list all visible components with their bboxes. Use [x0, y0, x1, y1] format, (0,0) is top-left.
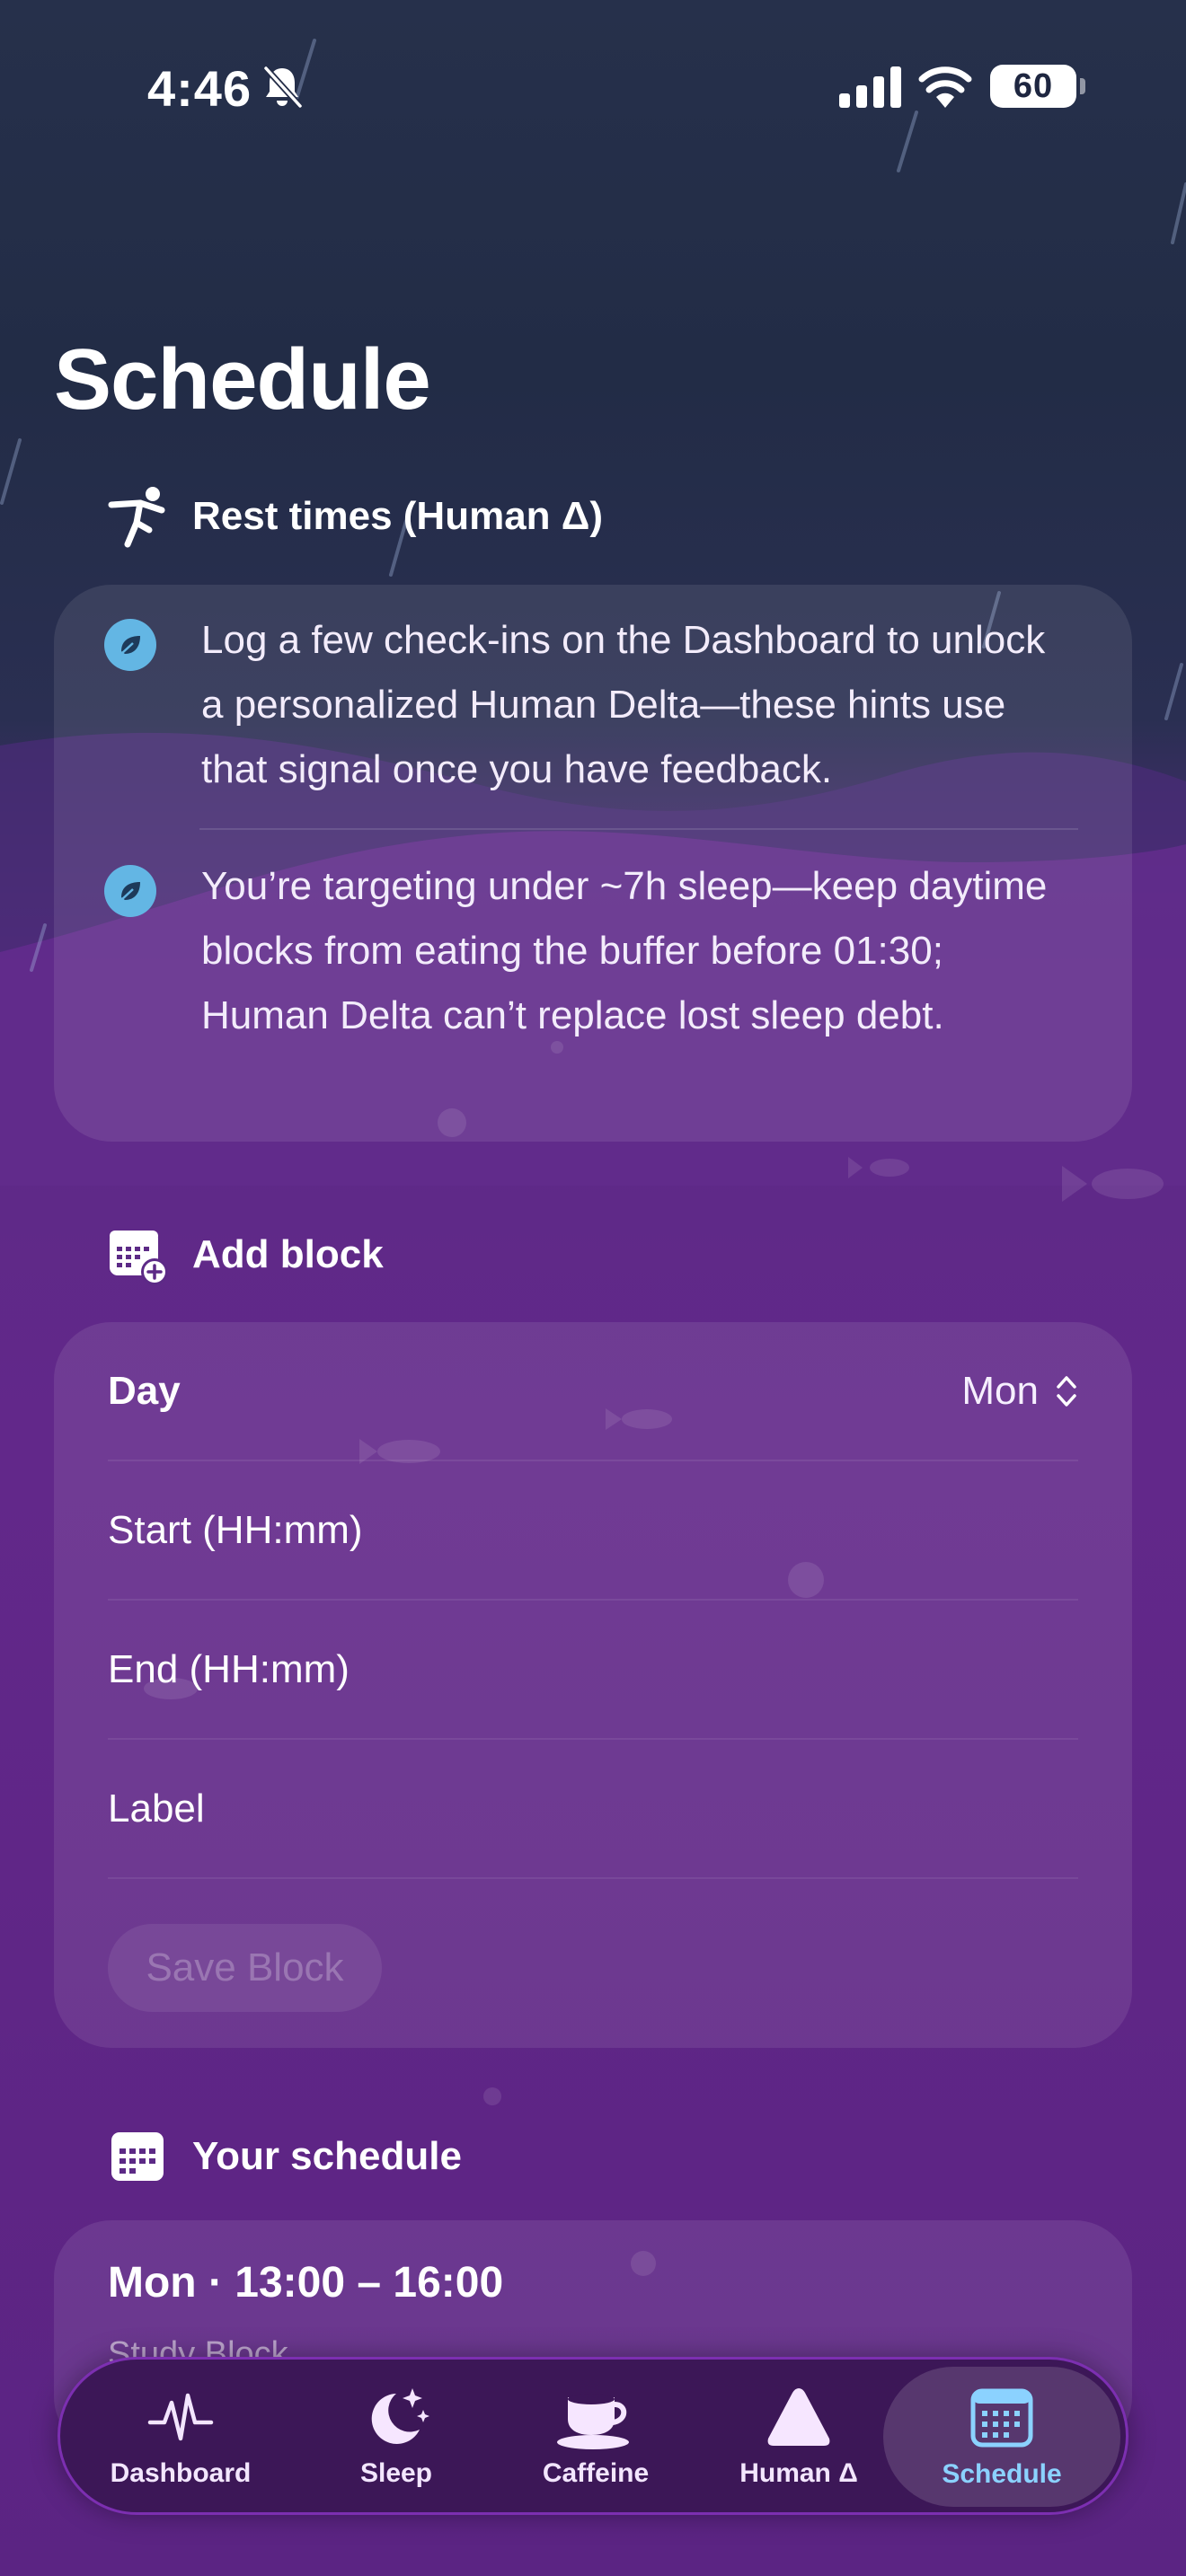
leaf-icon [104, 865, 156, 917]
add-block-title: Add block [192, 1232, 384, 1276]
tab-human-delta[interactable]: Human Δ [725, 2360, 872, 2512]
day-value: Mon [961, 1368, 1039, 1413]
tab-caffeine[interactable]: Caffeine [518, 2360, 673, 2512]
tab-sleep[interactable]: Sleep [333, 2360, 459, 2512]
save-block-button[interactable]: Save Block [108, 1924, 382, 2012]
tab-label: Sleep [359, 2458, 433, 2488]
schedule-item-title: Mon · 13:00 – 16:00 [108, 2259, 504, 2307]
figure-kick-icon [108, 487, 165, 548]
calendar-add-icon [110, 1231, 168, 1285]
tab-label: Human Δ [739, 2458, 858, 2488]
coffee-cup-icon [557, 2394, 629, 2449]
day-label: Day [108, 1368, 181, 1413]
tab-label: Caffeine [542, 2458, 650, 2488]
bell-muted-icon [263, 66, 303, 109]
end-time-field[interactable]: End (HH:mm) [108, 1601, 1078, 1740]
your-schedule-title: Your schedule [192, 2134, 462, 2178]
leaf-icon [104, 619, 156, 671]
calendar-icon [111, 2132, 164, 2181]
hint-item: You’re targeting under ~7h sleep—keep da… [104, 854, 1069, 1048]
tab-label: Schedule [942, 2459, 1062, 2489]
day-picker[interactable]: Mon [961, 1369, 1078, 1414]
triangle-icon [767, 2388, 830, 2446]
page-title: Schedule [54, 331, 431, 428]
tab-schedule[interactable]: Schedule [883, 2367, 1120, 2507]
hint-text: You’re targeting under ~7h sleep—keep da… [201, 864, 1048, 1037]
day-picker-row[interactable]: Day Mon [108, 1322, 1078, 1461]
calendar-icon [970, 2388, 1033, 2448]
status-bar: 4:46 60 [0, 0, 1186, 171]
pulse-icon [147, 2393, 214, 2441]
label-placeholder: Label [108, 1786, 205, 1831]
rest-times-card: Log a few check-ins on the Dashboard to … [54, 585, 1132, 1142]
end-time-placeholder: End (HH:mm) [108, 1646, 350, 1691]
chevron-up-down-icon [1057, 1375, 1076, 1407]
cellular-signal-icon [839, 66, 901, 108]
tab-label: Dashboard [110, 2458, 252, 2488]
tab-dashboard[interactable]: Dashboard [94, 2360, 267, 2512]
rest-times-title: Rest times (Human Δ) [192, 494, 604, 538]
hint-text: Log a few check-ins on the Dashboard to … [201, 618, 1046, 791]
moon-stars-icon [371, 2388, 429, 2444]
add-block-card: Day Mon Start (HH:mm) End (HH:mm) Label … [54, 1322, 1132, 2048]
your-schedule-header: Your schedule [106, 2125, 462, 2188]
battery-indicator: 60 [990, 65, 1085, 108]
hint-item: Log a few check-ins on the Dashboard to … [104, 608, 1069, 802]
rest-times-header: Rest times (Human Δ) [106, 485, 603, 548]
status-time: 4:46 [147, 60, 252, 117]
add-block-header: Add block [106, 1223, 384, 1286]
label-field[interactable]: Label [108, 1740, 1078, 1879]
tab-bar: Dashboard Sleep Caffeine Human Δ Schedul… [58, 2357, 1128, 2515]
wifi-icon [918, 66, 972, 108]
start-time-field[interactable]: Start (HH:mm) [108, 1461, 1078, 1601]
hint-divider [199, 828, 1078, 830]
start-time-placeholder: Start (HH:mm) [108, 1507, 363, 1552]
